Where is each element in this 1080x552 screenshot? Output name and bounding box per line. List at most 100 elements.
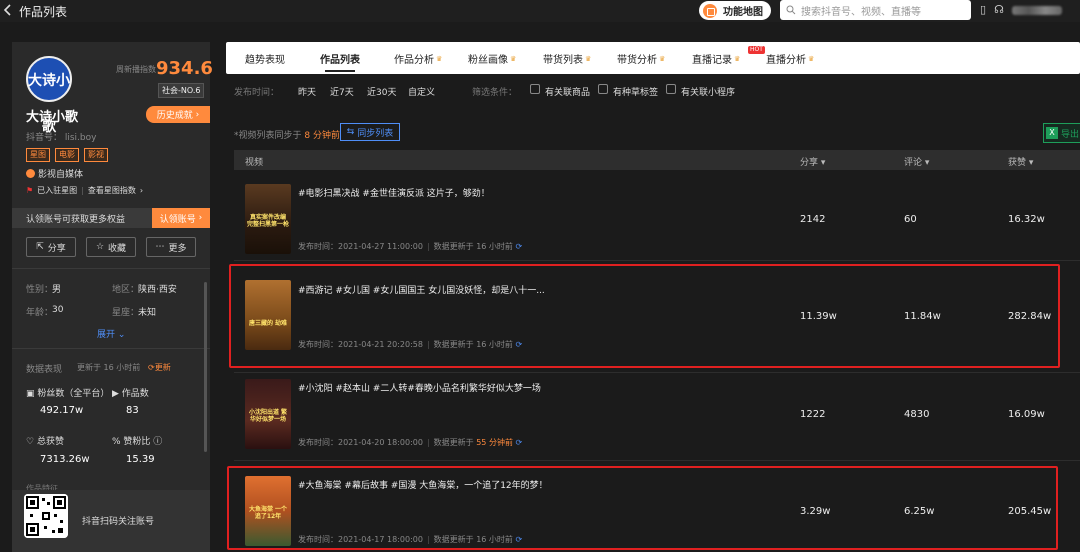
thumbnail-caption: 小沈阳出道 繁华好似梦一场 <box>248 409 288 423</box>
gender-label: 性别： <box>26 285 54 295</box>
sort-icon: ▾ <box>818 158 826 168</box>
more-label: 更多 <box>168 243 187 254</box>
constellation-value: 未知 <box>138 308 157 318</box>
data-section-title: 数据表现 <box>26 365 63 375</box>
settled-label: 已入驻星图 <box>37 186 78 195</box>
col-likes[interactable]: 获赞 ▾ <box>1008 155 1033 168</box>
option-grass-tag[interactable]: 有种草标签 <box>613 85 658 98</box>
vip-icon: ♛ <box>510 54 517 63</box>
checkbox-grass-tag[interactable] <box>598 84 608 94</box>
video-title[interactable]: #小沈阳 #赵本山 #二人转#春晚小品名利繁华好似大梦一场 <box>298 381 541 394</box>
row-divider <box>234 372 1080 373</box>
export-label: 导出 <box>1061 129 1080 140</box>
sync-list-button[interactable]: ⇆ 同步列表 <box>340 123 400 141</box>
likes-count: 16.09w <box>1008 409 1045 420</box>
chevron-right-icon: › <box>139 186 144 195</box>
age-label: 年龄： <box>26 308 54 318</box>
verified-icon <box>26 169 35 178</box>
profile-panel: 大诗小歌 周新播指数 934.6 社会-NO.6 历史成就 › 大诗小歌 抖音号… <box>12 42 213 552</box>
share-count: 2142 <box>800 214 826 225</box>
function-map-label: 功能地图 <box>723 7 763 18</box>
vip-icon: ♛ <box>585 54 592 63</box>
row-divider <box>234 260 1080 261</box>
refresh-button[interactable]: ⟳更新 <box>148 362 171 373</box>
col-share[interactable]: 分享 ▾ <box>800 155 825 168</box>
tab-goods-analysis[interactable]: 带货分析 ♛ <box>617 51 665 67</box>
video-thumbnail[interactable]: 真实案件改编 完整扫黑第一枪 <box>245 184 291 254</box>
headset-icon[interactable]: ☊ <box>994 3 1004 16</box>
star-map-row: ⚑ 已入驻星图 | 查看星图指数 › <box>26 185 144 196</box>
tag-list: 星图 电影 影视 <box>26 148 108 162</box>
top-bar: 作品列表 功能地图 搜索抖音号、视频、直播等 ▯ ☊ <box>0 0 1080 22</box>
video-title[interactable]: #电影扫黑决战 #金世佳演反派 这片子，够劲！ <box>298 186 490 199</box>
col-comment[interactable]: 评论 ▾ <box>904 155 929 168</box>
more-button[interactable]: ⋯ 更多 <box>146 237 196 257</box>
expand-button[interactable]: 展开 ⌄ <box>97 327 125 340</box>
refresh-icon[interactable]: ⟳ <box>516 438 523 447</box>
fans-stat-value: 492.17w <box>40 405 84 416</box>
page-title: 作品列表 <box>19 5 68 19</box>
search-placeholder: 搜索抖音号、视频、直播等 <box>801 6 921 18</box>
sort-icon: ▾ <box>1026 158 1034 168</box>
share-label: 分享 <box>47 243 66 254</box>
export-button[interactable]: X 导出 <box>1043 123 1080 143</box>
function-map-icon <box>703 3 717 18</box>
option-related-goods[interactable]: 有关联商品 <box>545 85 590 98</box>
qr-text: 抖音扫码关注账号 <box>82 517 155 527</box>
tab-goods-list[interactable]: 带货列表 ♛ <box>543 51 592 67</box>
search-input[interactable]: 搜索抖音号、视频、直播等 <box>780 0 971 20</box>
tab-live-records[interactable]: 直播记录 ♛ <box>692 51 740 67</box>
time-filter-label: 发布时间： <box>234 88 280 98</box>
tab-works-list[interactable]: 作品列表 <box>320 51 360 66</box>
index-label: 周新播指数 <box>116 65 156 74</box>
history-achievement-button[interactable]: 历史成就 › <box>146 106 210 123</box>
video-thumbnail[interactable]: 小沈阳出道 繁华好似梦一场 <box>245 379 291 449</box>
tab-trend[interactable]: 趋势表现 <box>245 51 285 66</box>
fans-stat-label: ▣ 粉丝数（全平台） <box>26 389 110 399</box>
hot-badge: HOT <box>748 46 765 54</box>
tab-live-analysis[interactable]: 直播分析 ♛ <box>766 51 814 67</box>
rank-badge: 社会-NO.6 <box>158 83 205 98</box>
tab-works-analysis[interactable]: 作品分析 ♛ <box>394 51 443 67</box>
highlight-box <box>227 466 1058 550</box>
percent-icon: % <box>112 437 124 447</box>
checkbox-mini-program[interactable] <box>666 84 676 94</box>
function-map-button[interactable]: 功能地图 <box>699 1 771 20</box>
user-name-blurred[interactable] <box>1012 6 1062 15</box>
condition-filter-label: 筛选条件： <box>472 88 518 98</box>
likes-count: 16.32w <box>1008 214 1045 225</box>
star-icon: ☆ <box>95 242 105 252</box>
favorite-label: 收藏 <box>108 243 127 254</box>
fans-icon: ▣ <box>26 389 38 399</box>
thumbnail-caption: 真实案件改编 完整扫黑第一枪 <box>247 214 290 228</box>
option-mini-program[interactable]: 有关联小程序 <box>681 85 735 98</box>
help-icon[interactable]: ⓘ <box>150 437 162 447</box>
expand-label: 展开 <box>97 330 116 340</box>
comment-count: 60 <box>904 214 917 225</box>
app-root: 作品列表 功能地图 搜索抖音号、视频、直播等 ▯ ☊ 大诗小歌 周新播指数 93… <box>0 0 1080 552</box>
filter-7days[interactable]: 近7天 <box>330 85 354 98</box>
divider <box>12 348 210 349</box>
data-updated-time: 更新于 16 小时前 <box>77 363 141 372</box>
panel-scrollbar[interactable] <box>204 282 207 452</box>
vip-icon: ♛ <box>436 54 443 63</box>
share-button[interactable]: ⇱ 分享 <box>26 237 76 257</box>
checkbox-related-goods[interactable] <box>530 84 540 94</box>
filter-yesterday[interactable]: 昨天 <box>298 85 316 98</box>
ratio-stat-label: % 赞粉比 ⓘ <box>112 437 163 447</box>
index-value: 934.6 <box>156 58 213 79</box>
phone-icon[interactable]: ▯ <box>980 3 986 16</box>
row-divider <box>234 460 1080 461</box>
view-index-link[interactable]: 查看星图指数 <box>88 185 136 196</box>
claim-account-button[interactable]: 认领账号 › <box>152 208 210 228</box>
active-tab-indicator <box>325 70 355 72</box>
refresh-icon[interactable]: ⟳ <box>515 242 522 251</box>
filter-30days[interactable]: 近30天 <box>367 85 396 98</box>
back-arrow-icon[interactable] <box>3 4 13 16</box>
top-icons: ▯ ☊ <box>980 3 1004 16</box>
favorite-button[interactable]: ☆ 收藏 <box>86 237 136 257</box>
account-name: 大诗小歌 <box>26 110 79 125</box>
filter-custom[interactable]: 自定义 <box>408 85 435 98</box>
tab-fans-profile[interactable]: 粉丝画像 ♛ <box>468 51 517 67</box>
ratio-stat-value: 15.39 <box>126 454 155 465</box>
